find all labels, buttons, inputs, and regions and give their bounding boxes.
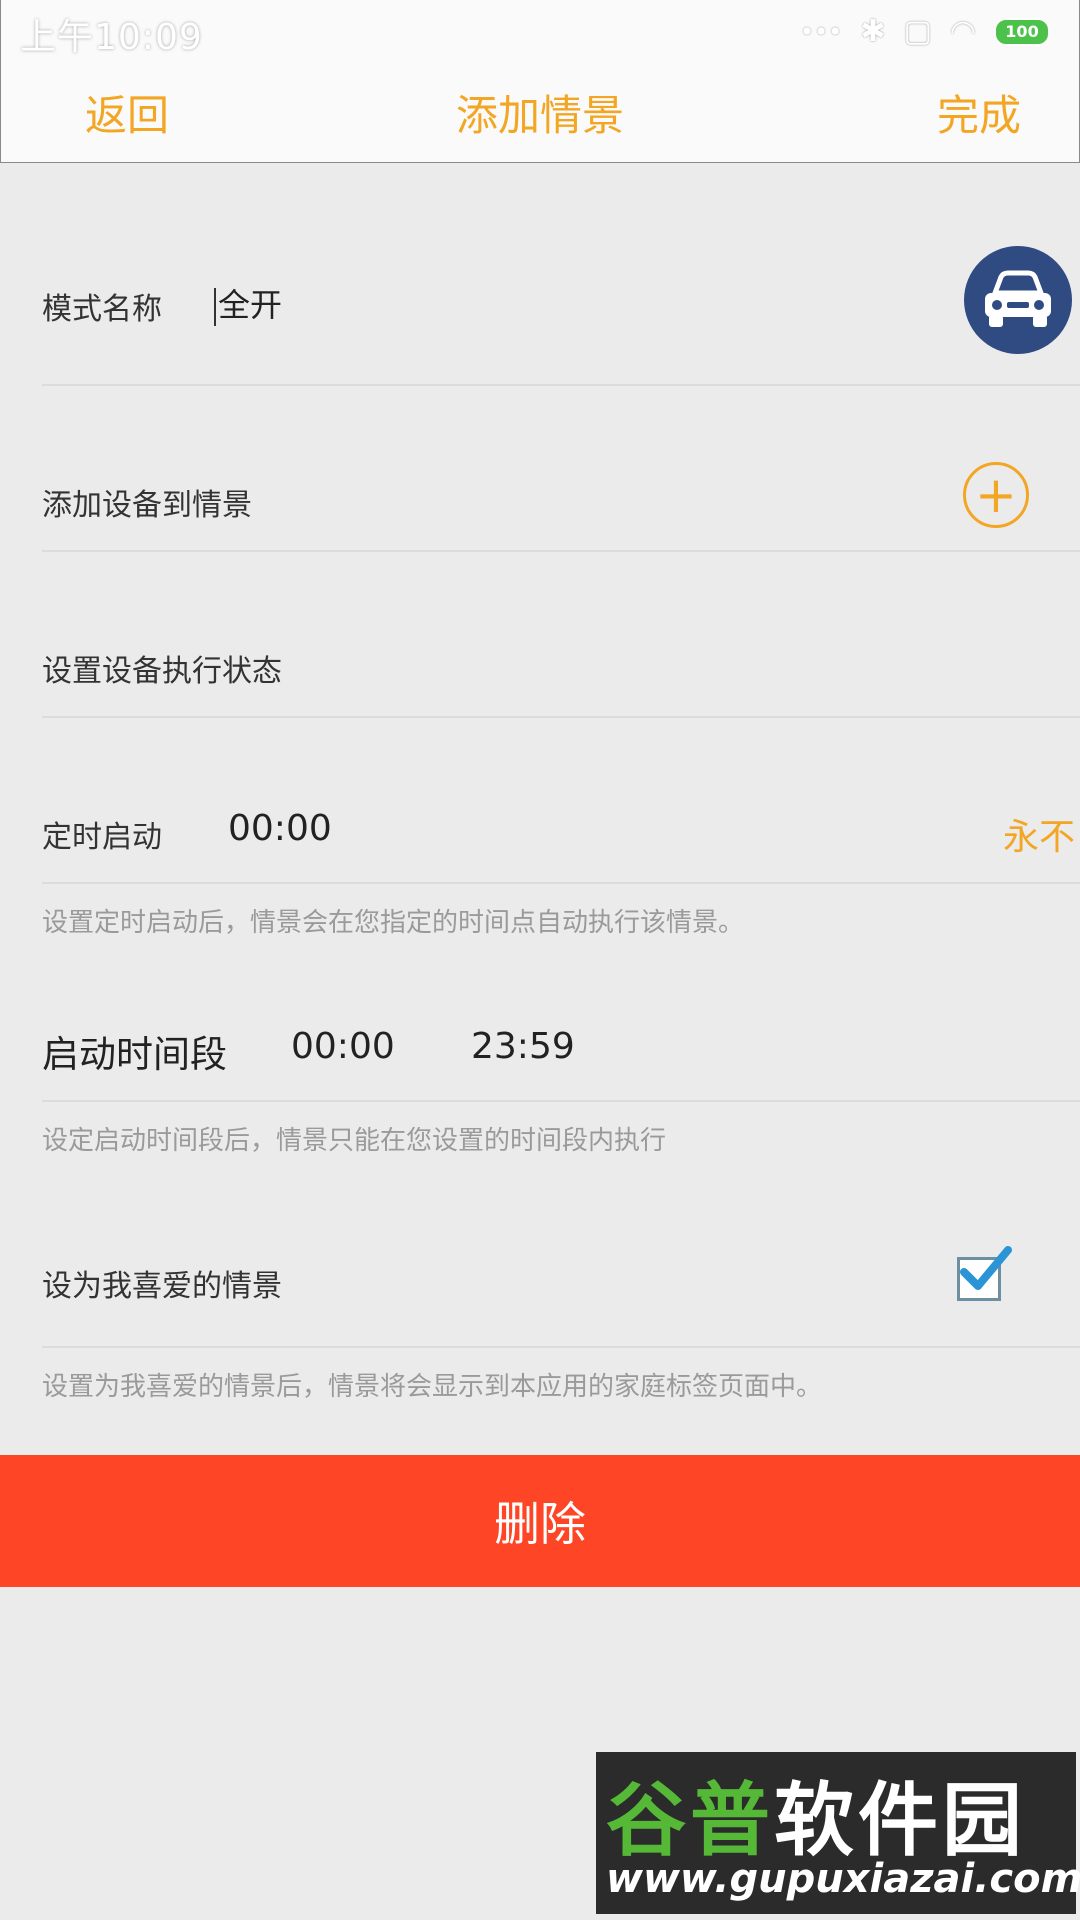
watermark-white-text: 软件园	[774, 1774, 1026, 1867]
timer-hint: 设置定时启动后，情景会在您指定的时间点自动执行该情景。	[42, 908, 745, 938]
watermark-title: 谷普软件园	[606, 1756, 1026, 1872]
divider	[42, 550, 1080, 552]
favorite-checkbox[interactable]	[957, 1246, 1012, 1301]
period-end[interactable]: 23:59	[471, 1026, 575, 1067]
device-state-label[interactable]: 设置设备执行状态	[42, 646, 282, 690]
car-icon	[985, 270, 1051, 327]
text-cursor	[214, 288, 216, 326]
favorite-hint: 设置为我喜爱的情景后，情景将会显示到本应用的家庭标签页面中。	[42, 1372, 823, 1402]
wifi-icon: ◠	[949, 14, 976, 49]
plus-circle-icon[interactable]: +	[963, 462, 1029, 528]
bluetooth-icon: ✱	[860, 14, 886, 49]
add-device-label: 添加设备到情景	[42, 488, 252, 523]
timer-label: 定时启动	[42, 820, 162, 855]
mode-name-label: 模式名称	[42, 292, 162, 327]
watermark-logo: 谷普软件园 www.gupuxiazai.com	[596, 1752, 1080, 1914]
delete-button[interactable]: 删除	[0, 1455, 1080, 1587]
mode-name-input[interactable]: 全开	[214, 280, 282, 326]
divider	[42, 1100, 1080, 1102]
done-button[interactable]: 完成	[937, 82, 1021, 143]
favorite-label: 设为我喜爱的情景	[42, 1269, 282, 1304]
mode-name-value: 全开	[218, 286, 283, 324]
divider	[42, 384, 1080, 386]
watermark-url: www.gupuxiazai.com	[606, 1856, 1080, 1902]
divider	[42, 882, 1080, 884]
battery-icon: 100	[994, 17, 1050, 46]
checkmark-icon	[960, 1246, 1012, 1290]
notification-dots-icon: •••	[799, 17, 843, 46]
watermark-green-text: 谷普	[606, 1774, 774, 1867]
status-bar: 上午10:09 ••• ✱ ▢ ◠ 100	[0, 0, 1080, 64]
period-start[interactable]: 00:00	[291, 1026, 395, 1067]
timer-time[interactable]: 00:00	[228, 808, 332, 849]
scene-icon-button[interactable]	[964, 246, 1072, 354]
divider	[42, 1346, 1080, 1348]
period-label: 启动时间段	[42, 1033, 227, 1076]
divider	[42, 716, 1080, 718]
status-icons: ••• ✱ ▢ ◠ 100	[800, 14, 1050, 49]
timer-repeat[interactable]: 永不	[1003, 808, 1075, 860]
page-title: 添加情景	[455, 91, 624, 140]
period-hint: 设定启动时间段后，情景只能在您设置的时间段内执行	[42, 1126, 667, 1156]
status-time: 上午10:09	[20, 17, 203, 58]
sim-icon: ▢	[903, 14, 932, 49]
